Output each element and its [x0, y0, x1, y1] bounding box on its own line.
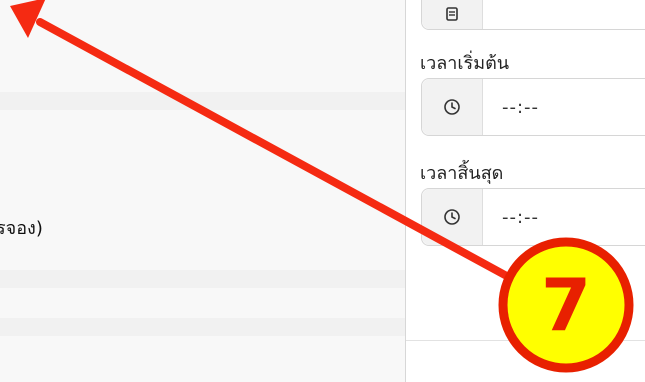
step-badge-number: 7 [540, 263, 592, 347]
arrow-line [36, 18, 564, 309]
